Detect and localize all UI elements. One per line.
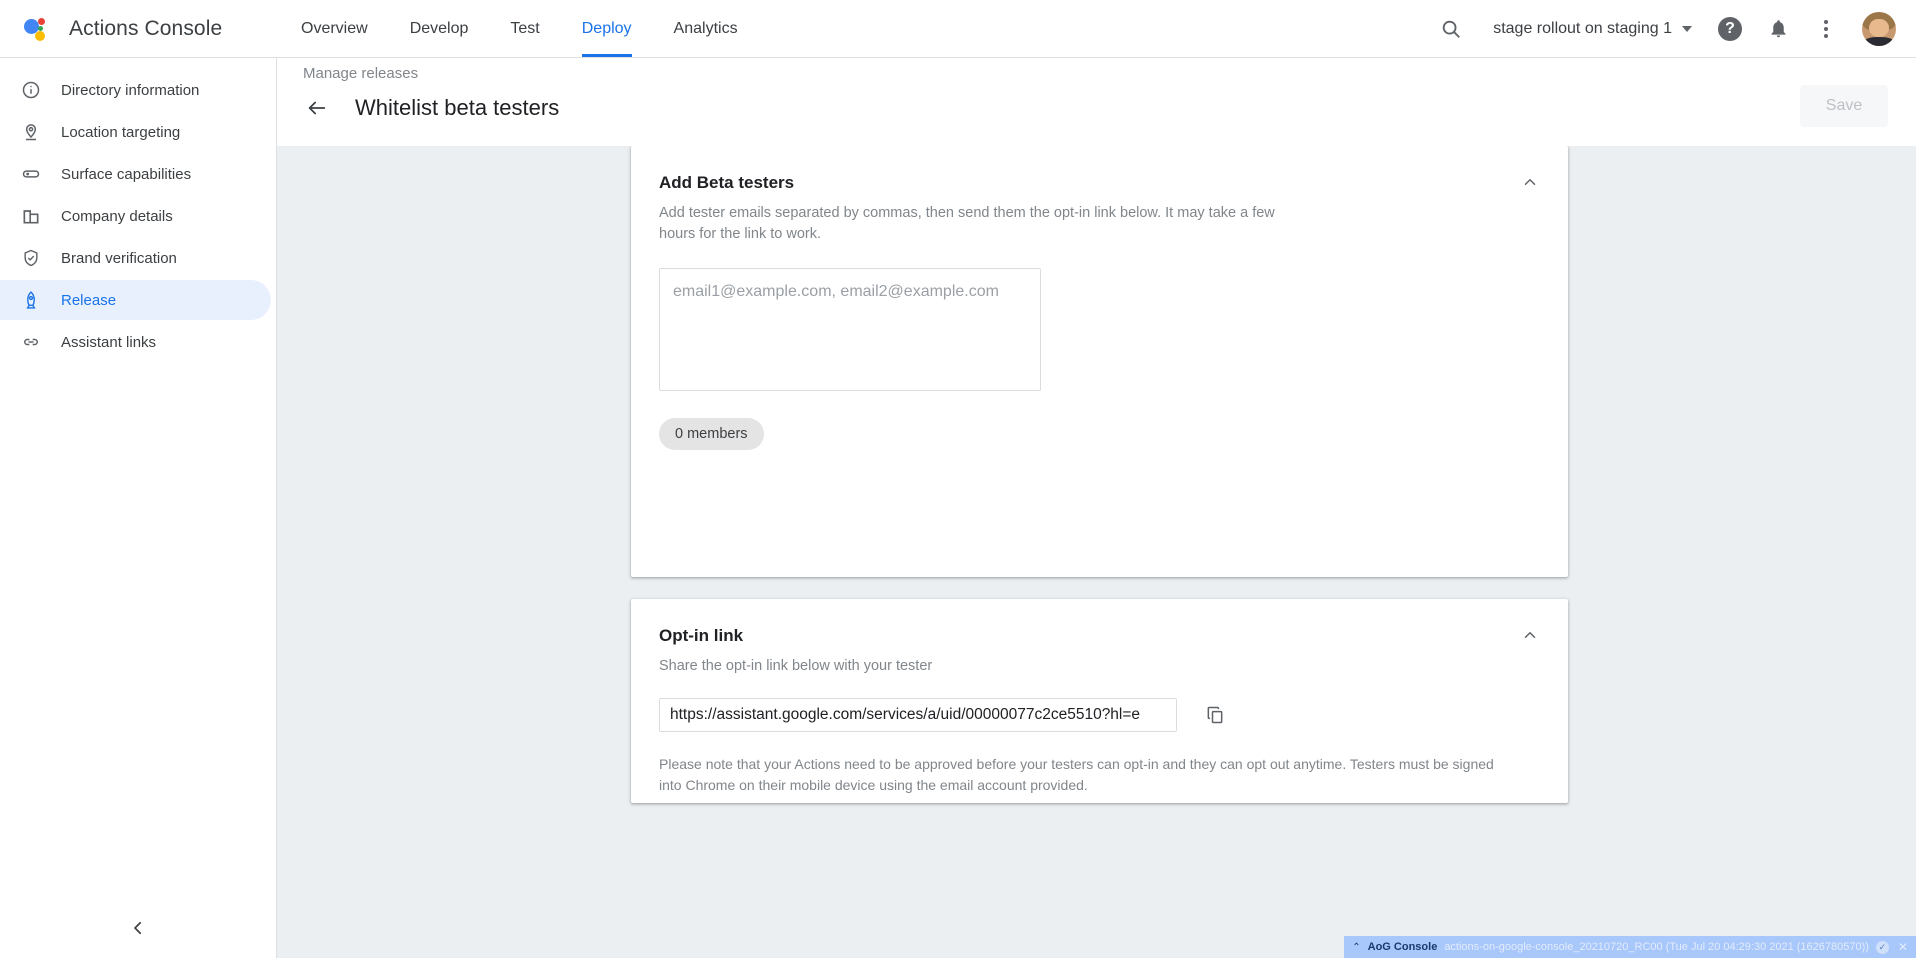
sidebar-item-label: Surface capabilities [61, 166, 191, 183]
sidebar-item-brand-verification[interactable]: Brand verification [0, 238, 276, 278]
brand[interactable]: Actions Console [0, 0, 272, 57]
sidebar-item-company-details[interactable]: Company details [0, 196, 276, 236]
left-sidebar: Directory information Location targeting… [0, 58, 277, 958]
status-check-icon[interactable]: ✓ [1876, 941, 1889, 954]
card-description: Share the opt-in link below with your te… [631, 646, 1331, 677]
beta-tester-emails-input[interactable] [659, 268, 1041, 391]
sidebar-item-label: Company details [61, 208, 173, 225]
chevron-up-icon[interactable] [1512, 617, 1548, 653]
tab-analytics[interactable]: Analytics [653, 0, 759, 57]
sidebar-item-location-targeting[interactable]: Location targeting [0, 112, 276, 152]
page-header: Manage releases Whitelist beta testers S… [277, 58, 1916, 146]
tab-deploy[interactable]: Deploy [561, 0, 653, 57]
members-count-chip: 0 members [659, 418, 764, 450]
chevron-down-icon [1682, 26, 1692, 32]
save-button[interactable]: Save [1800, 85, 1888, 127]
sidebar-item-label: Brand verification [61, 250, 177, 267]
close-icon[interactable]: ✕ [1896, 940, 1910, 954]
sidebar-item-label: Location targeting [61, 124, 180, 141]
bell-icon[interactable] [1754, 5, 1802, 53]
chevron-up-icon[interactable] [1512, 164, 1548, 200]
search-icon[interactable] [1427, 5, 1475, 53]
project-selector[interactable]: stage rollout on staging 1 [1475, 20, 1706, 38]
build-status-bar: ⌃ AoG Console actions-on-google-console_… [1344, 936, 1916, 958]
capsule-icon [20, 163, 42, 185]
primary-nav: Overview Develop Test Deploy Analytics [280, 0, 759, 57]
arrow-left-icon[interactable] [297, 88, 337, 128]
location-pin-icon [20, 121, 42, 143]
breadcrumb[interactable]: Manage releases [303, 65, 418, 82]
card-header: Add Beta testers [631, 146, 1568, 193]
shield-check-icon [20, 247, 42, 269]
page-title: Whitelist beta testers [355, 95, 559, 121]
kebab-menu-icon[interactable] [1802, 5, 1850, 53]
link-icon [20, 331, 42, 353]
sidebar-item-label: Directory information [61, 82, 199, 99]
card-title: Opt-in link [659, 626, 1540, 646]
tab-develop[interactable]: Develop [389, 0, 490, 57]
brand-title: Actions Console [69, 17, 222, 41]
info-icon [20, 79, 42, 101]
tab-test[interactable]: Test [489, 0, 560, 57]
sidebar-item-directory-information[interactable]: Directory information [0, 70, 276, 110]
card-title: Add Beta testers [659, 173, 1540, 193]
opt-in-link-input[interactable] [659, 698, 1177, 732]
top-app-bar: Actions Console Overview Develop Test De… [0, 0, 1916, 58]
opt-in-link-card: Opt-in link Share the opt-in link below … [631, 599, 1568, 803]
sidebar-item-assistant-links[interactable]: Assistant links [0, 322, 276, 362]
sidebar-item-surface-capabilities[interactable]: Surface capabilities [0, 154, 276, 194]
building-icon [20, 205, 42, 227]
status-bar-label: AoG Console [1368, 941, 1438, 953]
card-description: Add tester emails separated by commas, t… [631, 193, 1331, 245]
expand-caret-icon[interactable]: ⌃ [1352, 942, 1360, 953]
help-icon[interactable]: ? [1706, 5, 1754, 53]
chevron-left-icon [129, 919, 147, 942]
opt-in-note: Please note that your Actions need to be… [659, 754, 1514, 796]
sidebar-item-label: Release [61, 292, 116, 309]
sidebar-collapse-button[interactable] [0, 902, 276, 958]
copy-icon[interactable] [1195, 695, 1235, 735]
rocket-icon [20, 289, 42, 311]
title-row: Whitelist beta testers [297, 88, 559, 128]
status-bar-build-text: actions-on-google-console_20210720_RC00 … [1444, 941, 1869, 953]
user-avatar[interactable] [1862, 12, 1896, 46]
sidebar-item-release[interactable]: Release [0, 280, 271, 320]
sidebar-item-label: Assistant links [61, 334, 156, 351]
opt-in-link-row [659, 695, 1568, 735]
sidebar-list: Directory information Location targeting… [0, 58, 276, 362]
tab-overview[interactable]: Overview [280, 0, 389, 57]
content-area: Add Beta testers Add tester emails separ… [277, 146, 1916, 958]
add-beta-testers-card: Add Beta testers Add tester emails separ… [631, 146, 1568, 577]
project-name: stage rollout on staging 1 [1493, 20, 1672, 38]
app-bar-actions: stage rollout on staging 1 ? [1427, 5, 1916, 53]
google-assistant-logo-icon [22, 14, 52, 44]
card-header: Opt-in link [631, 599, 1568, 646]
help-glyph: ? [1718, 17, 1742, 41]
